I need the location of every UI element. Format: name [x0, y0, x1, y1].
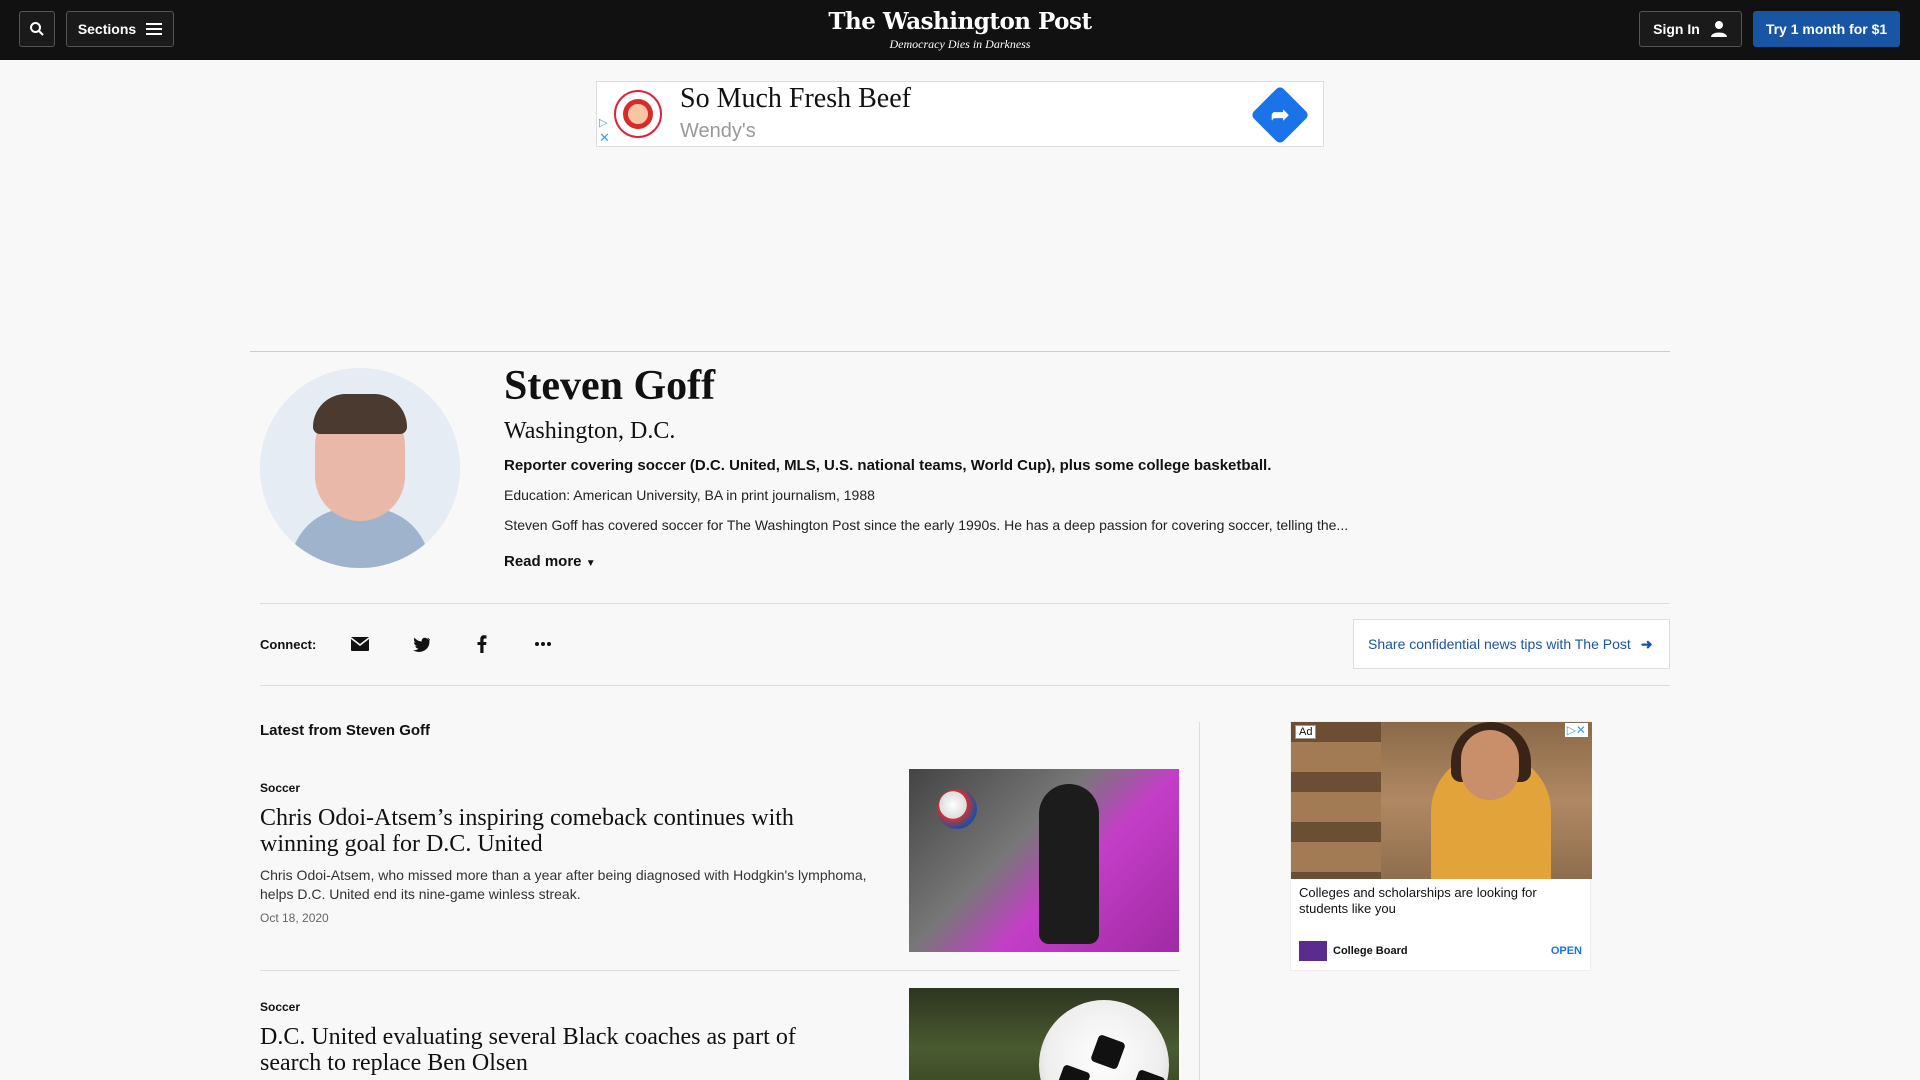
latest-section-title: Latest from Steven Goff	[260, 722, 431, 739]
top-ad-banner[interactable]: So Much Fresh Beef Wendy's ▷ ✕ ➦	[596, 81, 1324, 147]
wendys-logo-icon	[614, 90, 662, 138]
adchoices-close-icon[interactable]: ▷✕	[1564, 723, 1588, 737]
article-thumbnail[interactable]	[909, 988, 1179, 1080]
caret-down-icon: ▼	[585, 558, 596, 569]
author-avatar	[260, 368, 460, 568]
divider	[260, 970, 1180, 971]
sign-in-label: Sign In	[1653, 21, 1700, 37]
read-more-button[interactable]: Read more ▼	[504, 553, 596, 570]
ad-image	[1291, 722, 1592, 879]
news-tips-label: Share confidential news tips with The Po…	[1368, 636, 1631, 652]
author-name: Steven Goff	[504, 363, 716, 409]
article-kicker[interactable]: Soccer	[260, 1000, 300, 1014]
connect-label: Connect:	[260, 637, 317, 652]
article-thumbnail[interactable]	[909, 769, 1179, 952]
ad-brand: College Board	[1333, 945, 1408, 957]
divider	[260, 603, 1670, 604]
twitter-icon[interactable]	[409, 632, 433, 656]
article-headline[interactable]: D.C. United evaluating several Black coa…	[260, 1024, 860, 1076]
search-icon	[30, 22, 44, 36]
article-kicker[interactable]: Soccer	[260, 781, 300, 795]
email-icon[interactable]	[348, 632, 372, 656]
ad-headline: So Much Fresh Beef	[680, 83, 911, 114]
ad-advertiser: Wendy's	[680, 120, 756, 142]
search-button[interactable]	[19, 11, 55, 47]
subscribe-button[interactable]: Try 1 month for $1	[1753, 11, 1900, 47]
logo-tagline: Democracy Dies in Darkness	[889, 37, 1031, 51]
article-blurb: Chris Odoi-Atsem, who missed more than a…	[260, 867, 867, 902]
divider	[260, 685, 1670, 686]
top-nav-bar: Sections The Washington Post Democracy D…	[0, 0, 1920, 60]
author-location: Washington, D.C.	[504, 418, 676, 444]
ad-open-button[interactable]: OPEN	[1551, 945, 1582, 957]
column-divider	[1199, 722, 1200, 1080]
author-education: Education: American University, BA in pr…	[504, 487, 875, 503]
article-headline[interactable]: Chris Odoi-Atsem’s inspiring comeback co…	[260, 805, 860, 857]
sections-button[interactable]: Sections	[66, 11, 174, 47]
author-role: Reporter covering soccer (D.C. United, M…	[504, 457, 1272, 474]
read-more-label: Read more	[504, 553, 582, 570]
arrow-right-icon: ➜	[1640, 635, 1653, 652]
divider	[250, 351, 1670, 352]
subscribe-label: Try 1 month for $1	[1765, 21, 1888, 37]
logo-name: The Washington Post	[828, 8, 1092, 35]
more-icon[interactable]	[531, 632, 555, 656]
facebook-icon[interactable]	[470, 632, 494, 656]
college-board-logo-icon	[1299, 941, 1327, 961]
sign-in-button[interactable]: Sign In	[1639, 11, 1742, 47]
ad-text: Colleges and scholarships are looking fo…	[1299, 885, 1537, 916]
ad-close-icon[interactable]: ✕	[599, 130, 610, 146]
adchoices-icon[interactable]: ▷	[599, 116, 607, 129]
site-logo[interactable]: The Washington Post Democracy Dies in Da…	[760, 8, 1160, 52]
sections-label: Sections	[77, 21, 137, 37]
user-icon	[1710, 21, 1727, 37]
news-tips-button[interactable]: Share confidential news tips with The Po…	[1353, 619, 1670, 669]
sidebar-ad[interactable]: Ad ▷✕ Colleges and scholarships are look…	[1290, 721, 1592, 971]
ad-badge: Ad	[1295, 725, 1317, 739]
hamburger-icon	[146, 23, 163, 35]
author-bio: Steven Goff has covered soccer for The W…	[504, 517, 1349, 533]
article-date: Oct 18, 2020	[260, 911, 329, 925]
